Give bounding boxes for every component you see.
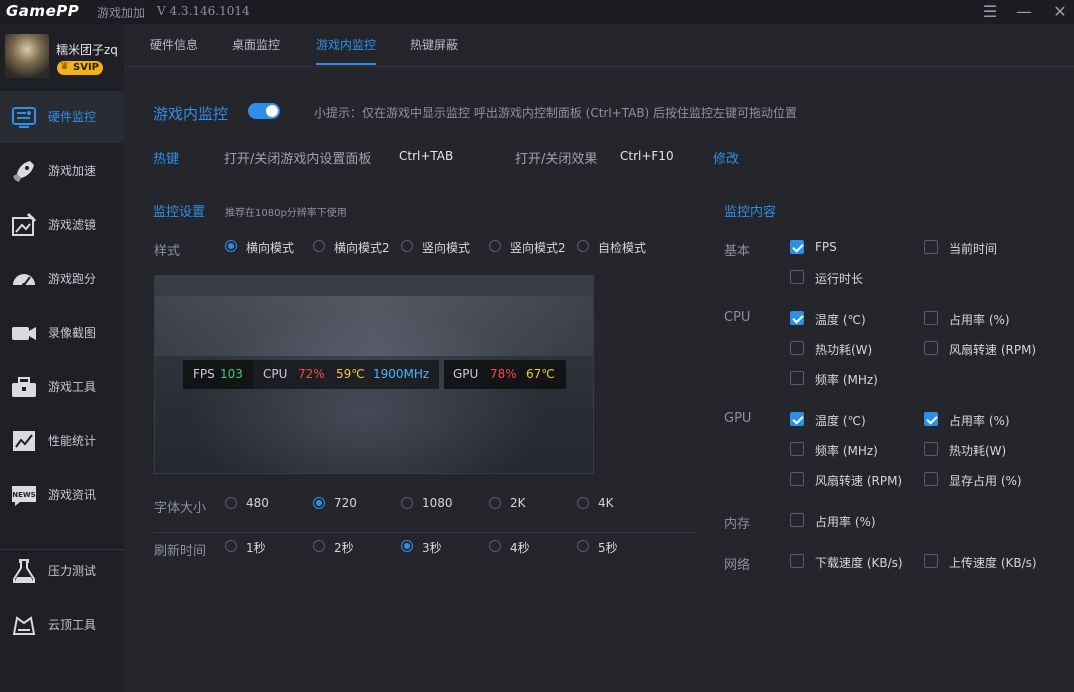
sidebar-item-label: 游戏工具 xyxy=(48,380,97,394)
video-camera-icon xyxy=(10,319,38,347)
speedometer-icon xyxy=(10,265,38,293)
user-profile[interactable]: 糯米团子zq SVIP xyxy=(0,24,124,90)
tab-hotkey-block[interactable]: 热键屏蔽 xyxy=(410,36,458,53)
sidebar-item-label: 游戏加速 xyxy=(48,164,97,178)
hardware-monitor-icon xyxy=(10,103,38,131)
osd-fps-value: 103 xyxy=(220,367,243,381)
sidebar-item-label: 游戏滤镜 xyxy=(48,218,97,232)
osd-gpu-temp: 67℃ xyxy=(526,367,555,381)
refresh-label: 刷新时间 xyxy=(154,544,207,559)
sidebar-item-label: 云顶工具 xyxy=(48,618,97,632)
osd-gpu-block: GPU 78% 67℃ xyxy=(444,360,566,389)
crown-icon xyxy=(10,611,38,639)
sidebar-item-benchmark[interactable]: 游戏跑分 xyxy=(0,253,124,305)
title-bar: GamePP 游戏加加 V 4.3.146.1014 ☰ — ✕ xyxy=(0,0,1074,24)
ingame-monitor-title: 游戏内监控 xyxy=(153,105,229,123)
osd-cpu-usage: 72% xyxy=(298,367,325,381)
tab-ingame-monitor[interactable]: 游戏内监控 xyxy=(316,36,376,53)
sidebar: 糯米团子zq SVIP 硬件监控 游戏加速 游戏滤镜 游戏跑分 录像截图 xyxy=(0,24,124,692)
monitor-settings-subtitle: 推荐在1080p分辨率下使用 xyxy=(225,208,347,219)
tab-bar: 硬件信息 桌面监控 游戏内监控 热键屏蔽 xyxy=(124,24,1074,67)
modify-hotkey-link[interactable]: 修改 xyxy=(713,148,739,167)
font-size-label: 字体大小 xyxy=(154,501,207,516)
news-icon: NEWS xyxy=(10,481,38,509)
app-name: 游戏加加 xyxy=(97,6,146,20)
sidebar-item-game-news[interactable]: NEWS 游戏资讯 xyxy=(0,469,124,521)
flask-icon xyxy=(10,557,38,585)
osd-cpu-temp: 59℃ xyxy=(336,367,365,381)
active-tab-indicator xyxy=(316,63,376,65)
filter-icon xyxy=(10,211,38,239)
sidebar-item-label: 性能统计 xyxy=(48,434,97,448)
hotkey-effect-text: 打开/关闭效果 xyxy=(515,152,598,167)
divider xyxy=(153,532,697,533)
style-label: 样式 xyxy=(154,244,181,259)
sidebar-item-game-tools[interactable]: 游戏工具 xyxy=(0,361,124,413)
osd-cpu-freq: 1900MHz xyxy=(373,367,430,381)
tab-desktop-monitor[interactable]: 桌面监控 xyxy=(232,36,280,53)
hotkey-label: 热键 xyxy=(153,152,180,167)
group-label-memory: 内存 xyxy=(724,517,751,532)
sidebar-item-label: 硬件监控 xyxy=(48,110,97,124)
gamepp-logo: GamePP xyxy=(6,2,80,20)
osd-preview: FPS 103 CPU 72% 59℃ 1900MHz GPU 78% 67℃ xyxy=(154,275,594,474)
tip-text: 小提示：仅在游戏中显示监控 呼出游戏内控制面板 (Ctrl+TAB) 后按住监控… xyxy=(314,106,798,120)
osd-cpu-block: CPU 72% 59℃ 1900MHz xyxy=(253,360,439,389)
sidebar-item-game-boost[interactable]: 游戏加速 xyxy=(0,145,124,197)
osd-gpu-label: GPU xyxy=(453,367,479,381)
sidebar-item-performance-stats[interactable]: 性能统计 xyxy=(0,415,124,467)
osd-fps-block: FPS 103 xyxy=(183,360,253,389)
sidebar-item-stress-test[interactable]: 压力测试 xyxy=(0,545,124,597)
tab-hardware-info[interactable]: 硬件信息 xyxy=(150,36,198,53)
sidebar-item-hardware-monitor[interactable]: 硬件监控 xyxy=(0,91,124,143)
rocket-icon xyxy=(10,157,38,185)
sidebar-item-label: 压力测试 xyxy=(48,564,97,578)
avatar[interactable] xyxy=(5,34,49,78)
osd-cpu-label: CPU xyxy=(263,367,288,381)
menu-icon[interactable]: ☰ xyxy=(979,2,1001,22)
sidebar-item-game-filter[interactable]: 游戏滤镜 xyxy=(0,199,124,251)
sidebar-item-label: 游戏资讯 xyxy=(48,488,97,502)
hotkey-panel-key: Ctrl+TAB xyxy=(399,149,454,163)
ingame-monitor-toggle[interactable] xyxy=(248,103,280,119)
chart-icon xyxy=(10,427,38,455)
svip-badge: SVIP xyxy=(57,60,103,75)
group-label-network: 网络 xyxy=(724,558,751,573)
monitor-content-title: 监控内容 xyxy=(724,205,777,220)
hotkey-panel-text: 打开/关闭游戏内设置面板 xyxy=(224,152,372,167)
sidebar-item-video-screenshot[interactable]: 录像截图 xyxy=(0,307,124,359)
username: 糯米团子zq xyxy=(56,43,118,57)
toolbox-icon xyxy=(10,373,38,401)
group-label-basic: 基本 xyxy=(724,244,751,259)
osd-gpu-usage: 78% xyxy=(490,367,517,381)
monitor-settings-title: 监控设置 xyxy=(153,205,206,220)
svg-text:NEWS: NEWS xyxy=(12,491,35,499)
minimize-icon[interactable]: — xyxy=(1013,2,1035,22)
group-label-gpu: GPU xyxy=(724,411,752,426)
sidebar-item-label: 游戏跑分 xyxy=(48,272,97,286)
close-icon[interactable]: ✕ xyxy=(1049,2,1071,22)
app-version: V 4.3.146.1014 xyxy=(157,4,250,18)
sidebar-item-label: 录像截图 xyxy=(48,326,97,340)
sidebar-item-tft-tools[interactable]: 云顶工具 xyxy=(0,599,124,651)
hotkey-effect-key: Ctrl+F10 xyxy=(620,149,674,163)
osd-fps-label: FPS xyxy=(193,367,215,381)
group-label-cpu: CPU xyxy=(724,310,751,325)
